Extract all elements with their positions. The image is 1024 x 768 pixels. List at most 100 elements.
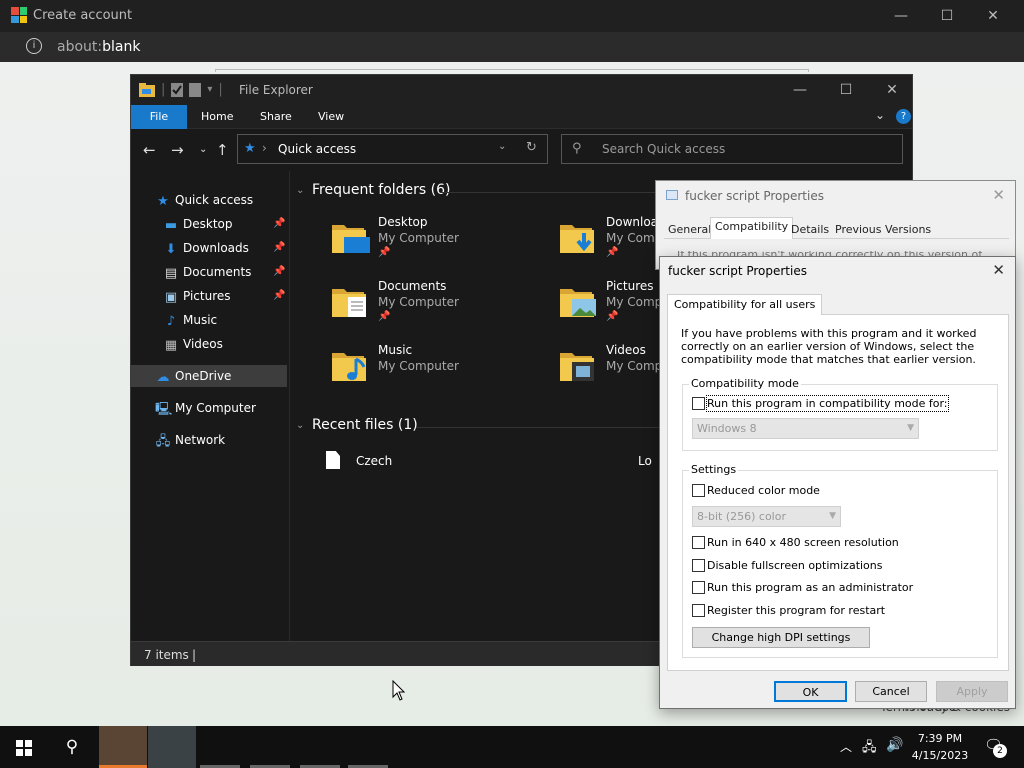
info-icon[interactable]: i	[26, 38, 42, 54]
folder-tile-music[interactable]: Music My Computer	[332, 343, 552, 399]
collapse-chevron-icon[interactable]: ⌄	[296, 420, 304, 431]
collapse-chevron-icon[interactable]: ⌄	[296, 185, 304, 196]
pin-icon[interactable]: 📌	[273, 261, 285, 283]
tab-panel: If you have problems with this program a…	[667, 315, 1009, 671]
group-label: Settings	[689, 463, 739, 476]
help-icon[interactable]: ?	[896, 109, 911, 124]
sidebar-item-music[interactable]: ♪ Music	[131, 309, 287, 331]
windows-logo-icon	[16, 740, 32, 756]
folder-tile-documents[interactable]: Documents My Computer 📌	[332, 279, 552, 335]
back-arrow-icon[interactable]: ←	[143, 141, 156, 159]
sidebar-item-pictures[interactable]: ▣ Pictures 📌	[131, 285, 287, 307]
recent-files-header[interactable]: Recent files (1)	[312, 417, 418, 433]
network-icon[interactable]: 🖧	[862, 738, 877, 760]
address-bar[interactable]: ★ › Quick access ⌄ ↻	[237, 134, 548, 164]
refresh-icon[interactable]: ↻	[526, 140, 537, 155]
taskbar-app-active[interactable]	[99, 726, 147, 768]
frequent-folders-header[interactable]: Frequent folders (6)	[312, 182, 451, 198]
color-mode-select[interactable]: 8-bit (256) color ▼	[692, 506, 841, 527]
downloads-folder-icon	[560, 225, 594, 253]
maximize-icon[interactable]: ☐	[823, 75, 869, 105]
address-dropdown-icon[interactable]: ⌄	[498, 141, 506, 152]
notification-icon[interactable]: 🗨 2	[984, 736, 1007, 758]
tab-view[interactable]: View	[304, 105, 358, 129]
search-icon[interactable]: ⚲	[48, 726, 96, 768]
taskbar-app-explorer[interactable]	[148, 726, 196, 768]
sidebar-item-quick-access[interactable]: ★ Quick access	[131, 189, 287, 211]
tab-file[interactable]: File	[131, 105, 187, 129]
pin-icon[interactable]: 📌	[273, 213, 285, 235]
picture-icon: ▣	[164, 290, 178, 305]
checkbox-box[interactable]	[692, 536, 705, 549]
checkbox-box[interactable]	[692, 484, 705, 497]
start-button[interactable]	[0, 726, 48, 768]
folder-tile-desktop[interactable]: Desktop My Computer 📌	[332, 215, 552, 271]
videos-folder-icon	[560, 353, 594, 381]
browser-url[interactable]: about:blank	[57, 39, 140, 55]
volume-icon[interactable]: 🔊	[886, 737, 903, 753]
file-location: Lo	[638, 454, 652, 468]
minimize-icon[interactable]: —	[777, 75, 823, 105]
tab-general[interactable]: General	[664, 221, 715, 240]
checkbox-box[interactable]	[692, 559, 705, 572]
chevron-up-icon[interactable]: ︿	[840, 738, 852, 755]
browser-address-bar[interactable]: i about:blank	[0, 32, 1024, 62]
browser-title: Create account	[33, 8, 133, 23]
desktop-screen: Create account — ☐ ✕ i about:blank Terms…	[0, 0, 1024, 768]
ribbon: File Home Share View ⌄ ?	[131, 105, 912, 129]
properties-dialog: fucker script Properties ✕ Compatibility…	[659, 256, 1016, 709]
url-prefix: about:	[57, 39, 103, 55]
folder-name: Documents	[378, 279, 447, 293]
folder-name: Desktop	[378, 215, 428, 229]
search-icon: ⚲	[572, 141, 582, 156]
search-input[interactable]: ⚲ Search Quick access	[561, 134, 903, 164]
tab-share[interactable]: Share	[246, 105, 306, 129]
folder-location: My Comp	[606, 295, 663, 309]
checkbox-box[interactable]	[692, 604, 705, 617]
checkbox-box[interactable]	[692, 397, 705, 410]
clock-time: 7:39 PM	[917, 732, 963, 745]
checkbox-box[interactable]	[692, 581, 705, 594]
system-clock[interactable]: 7:39 PM 4/15/2023	[906, 730, 974, 764]
ok-button[interactable]: OK	[774, 681, 847, 702]
pin-icon[interactable]: 📌	[273, 237, 285, 259]
folder-location: My Computer	[378, 359, 459, 373]
pin-icon[interactable]: 📌	[273, 285, 285, 307]
close-icon[interactable]: ✕	[869, 75, 915, 105]
up-arrow-icon[interactable]: ↑	[216, 141, 229, 159]
tab-compatibility[interactable]: Compatibility	[710, 217, 794, 239]
change-dpi-button[interactable]: Change high DPI settings	[692, 627, 870, 648]
sidebar-item-my-computer[interactable]: 🖳 My Computer	[131, 397, 287, 419]
browser-titlebar: Create account — ☐ ✕	[0, 0, 1024, 32]
close-icon[interactable]: ✕	[992, 261, 1005, 279]
compatibility-description: If you have problems with this program a…	[681, 327, 977, 366]
explorer-title: File Explorer	[239, 83, 313, 97]
properties-icon[interactable]	[171, 82, 184, 97]
customize-chevron-icon[interactable]: ▾	[207, 84, 212, 95]
sidebar-item-videos[interactable]: ▦ Videos	[131, 333, 287, 355]
new-folder-icon[interactable]	[189, 82, 202, 97]
checkbox-label: Register this program for restart	[707, 604, 886, 617]
cancel-button[interactable]: Cancel	[855, 681, 927, 702]
search-placeholder: Search Quick access	[602, 142, 726, 156]
close-icon[interactable]: ✕	[970, 0, 1016, 32]
apply-button[interactable]: Apply	[936, 681, 1008, 702]
sidebar-item-downloads[interactable]: ⬇ Downloads 📌	[131, 237, 287, 259]
tab-home[interactable]: Home	[187, 105, 247, 129]
sidebar-item-onedrive[interactable]: ☁ OneDrive	[131, 365, 287, 387]
minimize-icon[interactable]: —	[878, 0, 924, 32]
forward-arrow-icon[interactable]: →	[171, 141, 184, 159]
tab-previous-versions[interactable]: Previous Versions	[831, 221, 935, 240]
recent-locations-icon[interactable]: ⌄	[199, 144, 207, 155]
maximize-icon[interactable]: ☐	[924, 0, 970, 32]
tab-details[interactable]: Details	[787, 221, 833, 240]
sidebar-item-network[interactable]: 🖧 Network	[131, 429, 287, 451]
expand-ribbon-icon[interactable]: ⌄	[875, 108, 885, 122]
windows-version-select[interactable]: Windows 8 ▼	[692, 418, 919, 439]
sidebar-item-label: My Computer	[175, 401, 256, 415]
close-icon[interactable]: ✕	[992, 186, 1005, 204]
sidebar-item-desktop[interactable]: ▬ Desktop 📌	[131, 213, 287, 235]
tab-compatibility-all-users[interactable]: Compatibility for all users	[667, 294, 823, 315]
sidebar-item-documents[interactable]: ▤ Documents 📌	[131, 261, 287, 283]
document-icon: ▤	[164, 266, 178, 281]
